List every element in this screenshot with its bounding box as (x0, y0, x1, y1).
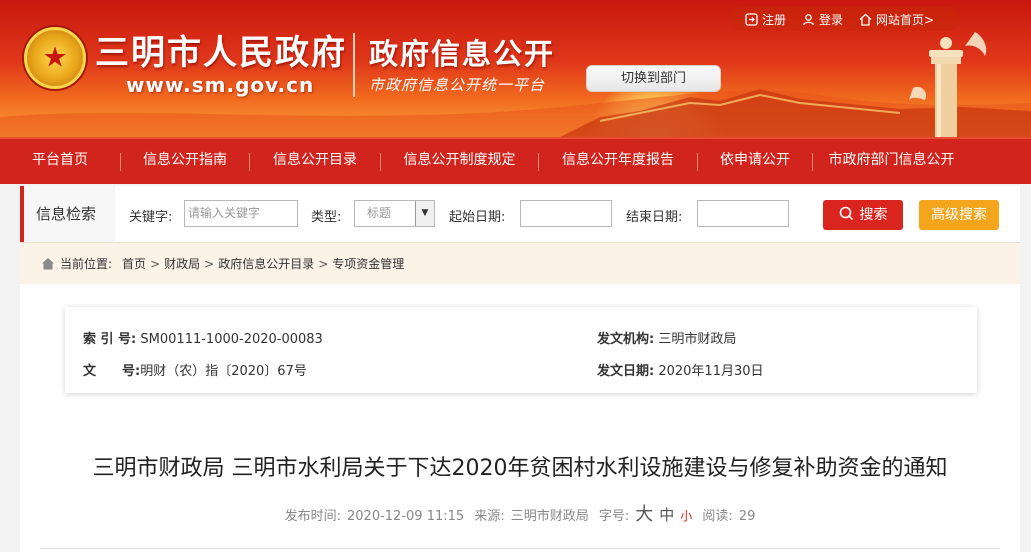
nav-annual-report[interactable]: 信息公开年度报告 (539, 138, 697, 185)
search-button-label: 搜索 (859, 207, 888, 223)
pillar-illustration (909, 32, 987, 137)
issue-date-label: 发文日期: (597, 364, 655, 379)
index-number: 索 引 号: SM00111-1000-2020-00083 (83, 328, 323, 347)
font-size-medium[interactable]: 中 (659, 506, 674, 524)
publish-time-value: 2020-12-09 11:15 (347, 509, 465, 524)
search-section-label: 信息检索 (20, 186, 115, 242)
emblem-icon: ★ (24, 27, 86, 89)
nav-platform-home[interactable]: 平台首页 (0, 138, 120, 185)
article-title: 三明市财政局 三明市水利局关于下达2020年贫困村水利设施建设与修复补助资金的通… (92, 456, 948, 481)
content-divider (40, 548, 1000, 549)
breadcrumb-special-funds[interactable]: 专项资金管理 (332, 255, 404, 272)
site-home-link[interactable]: 网站首页> (851, 11, 942, 28)
user-icon (802, 13, 815, 25)
font-size-label: 字号: (598, 509, 630, 524)
type-select[interactable]: 标题 ▼ (354, 200, 435, 227)
breadcrumb: 当前位置: 首页 > 财政局 > 政府信息公开目录 > 专项资金管理 (20, 242, 1020, 284)
section-subtitle: 市政府信息公开统一平台 (369, 76, 546, 94)
document-meta-box: 索 引 号: SM00111-1000-2020-00083 文 号:明财（农）… (65, 307, 977, 393)
article-content: 索 引 号: SM00111-1000-2020-00083 文 号:明财（农）… (20, 284, 1020, 552)
search-button[interactable]: 搜索 (823, 200, 903, 230)
breadcrumb-catalog[interactable]: 政府信息公开目录 (218, 255, 314, 272)
nav-disclosure-rules[interactable]: 信息公开制度规定 (381, 138, 538, 185)
nav-disclosure-guide[interactable]: 信息公开指南 (121, 138, 249, 185)
keyword-input[interactable]: 请输入关键字 (184, 200, 298, 227)
header-banner: ★ 三明市人民政府 www.sm.gov.cn 政府信息公开 市政府信息公开统一… (0, 0, 1031, 137)
main-nav: 平台首页 信息公开指南 信息公开目录 信息公开制度规定 信息公开年度报告 依申请… (0, 137, 1031, 184)
start-date-label: 起始日期: (449, 210, 506, 225)
home-icon (859, 13, 872, 26)
font-size-large[interactable]: 大 (635, 504, 653, 525)
login-link[interactable]: 登录 (794, 11, 851, 28)
breadcrumb-separator: > (204, 256, 215, 271)
document-number-value: 明财（农）指〔2020〕67号 (140, 364, 307, 379)
font-size-small[interactable]: 小 (680, 509, 692, 523)
issuing-agency-value: 三明市财政局 (658, 332, 737, 347)
end-date-label: 结束日期: (626, 210, 683, 225)
type-select-value: 标题 (367, 206, 392, 220)
site-title: 三明市人民政府 (95, 33, 347, 73)
header-divider (353, 33, 355, 97)
advanced-search-button[interactable]: 高级搜索 (919, 200, 999, 230)
breadcrumb-home-icon (42, 258, 54, 270)
site-url: www.sm.gov.cn (126, 73, 315, 97)
issuing-agency-label: 发文机构: (597, 332, 655, 347)
publish-time-label: 发布时间: (284, 509, 342, 524)
chevron-down-icon: ▼ (415, 201, 434, 226)
source-label: 来源: (474, 509, 505, 524)
end-date-input[interactable] (697, 200, 789, 227)
index-number-value: SM00111-1000-2020-00083 (140, 332, 323, 347)
login-label: 登录 (819, 12, 844, 27)
issuing-agency: 发文机构: 三明市财政局 (597, 328, 736, 347)
breadcrumb-separator: > (318, 256, 329, 271)
breadcrumb-finance-bureau[interactable]: 财政局 (164, 255, 200, 272)
nav-department-disclosure[interactable]: 市政府部门信息公开 (813, 138, 970, 185)
section-title: 政府信息公开 (369, 37, 556, 71)
document-number: 文 号:明财（农）指〔2020〕67号 (83, 360, 307, 379)
search-icon (839, 206, 853, 221)
start-date-input[interactable] (520, 200, 612, 227)
views-label: 阅读: (702, 509, 733, 524)
breadcrumb-label: 当前位置: (60, 257, 113, 271)
search-panel: 信息检索 关键字: 请输入关键字 类型: 标题 ▼ 起始日期: 结束日期: 搜索… (20, 186, 1020, 242)
site-home-label: 网站首页> (876, 12, 935, 27)
nav-disclosure-catalog[interactable]: 信息公开目录 (250, 138, 380, 185)
index-number-label: 索 引 号: (83, 332, 137, 347)
type-label: 类型: (311, 210, 342, 225)
views-value: 29 (738, 509, 756, 524)
breadcrumb-home[interactable]: 首页 (122, 255, 146, 272)
keyword-label: 关键字: (129, 210, 173, 225)
switch-department-button[interactable]: 切换到部门 (586, 65, 721, 92)
breadcrumb-separator: > (150, 256, 161, 271)
document-number-label: 文 号: (83, 364, 141, 379)
register-icon (745, 12, 758, 26)
article-info: 发布时间: 2020-12-09 11:15 来源: 三明市财政局 字号: 大中小 阅… (20, 500, 1020, 526)
issue-date: 发文日期: 2020年11月30日 (597, 360, 764, 379)
register-label: 注册 (762, 12, 787, 27)
source-value: 三明市财政局 (510, 509, 589, 524)
issue-date-value: 2020年11月30日 (658, 364, 764, 379)
register-link[interactable]: 注册 (737, 11, 794, 28)
page: ★ 三明市人民政府 www.sm.gov.cn 政府信息公开 市政府信息公开统一… (0, 0, 1031, 552)
nav-apply-disclosure[interactable]: 依申请公开 (698, 138, 812, 185)
